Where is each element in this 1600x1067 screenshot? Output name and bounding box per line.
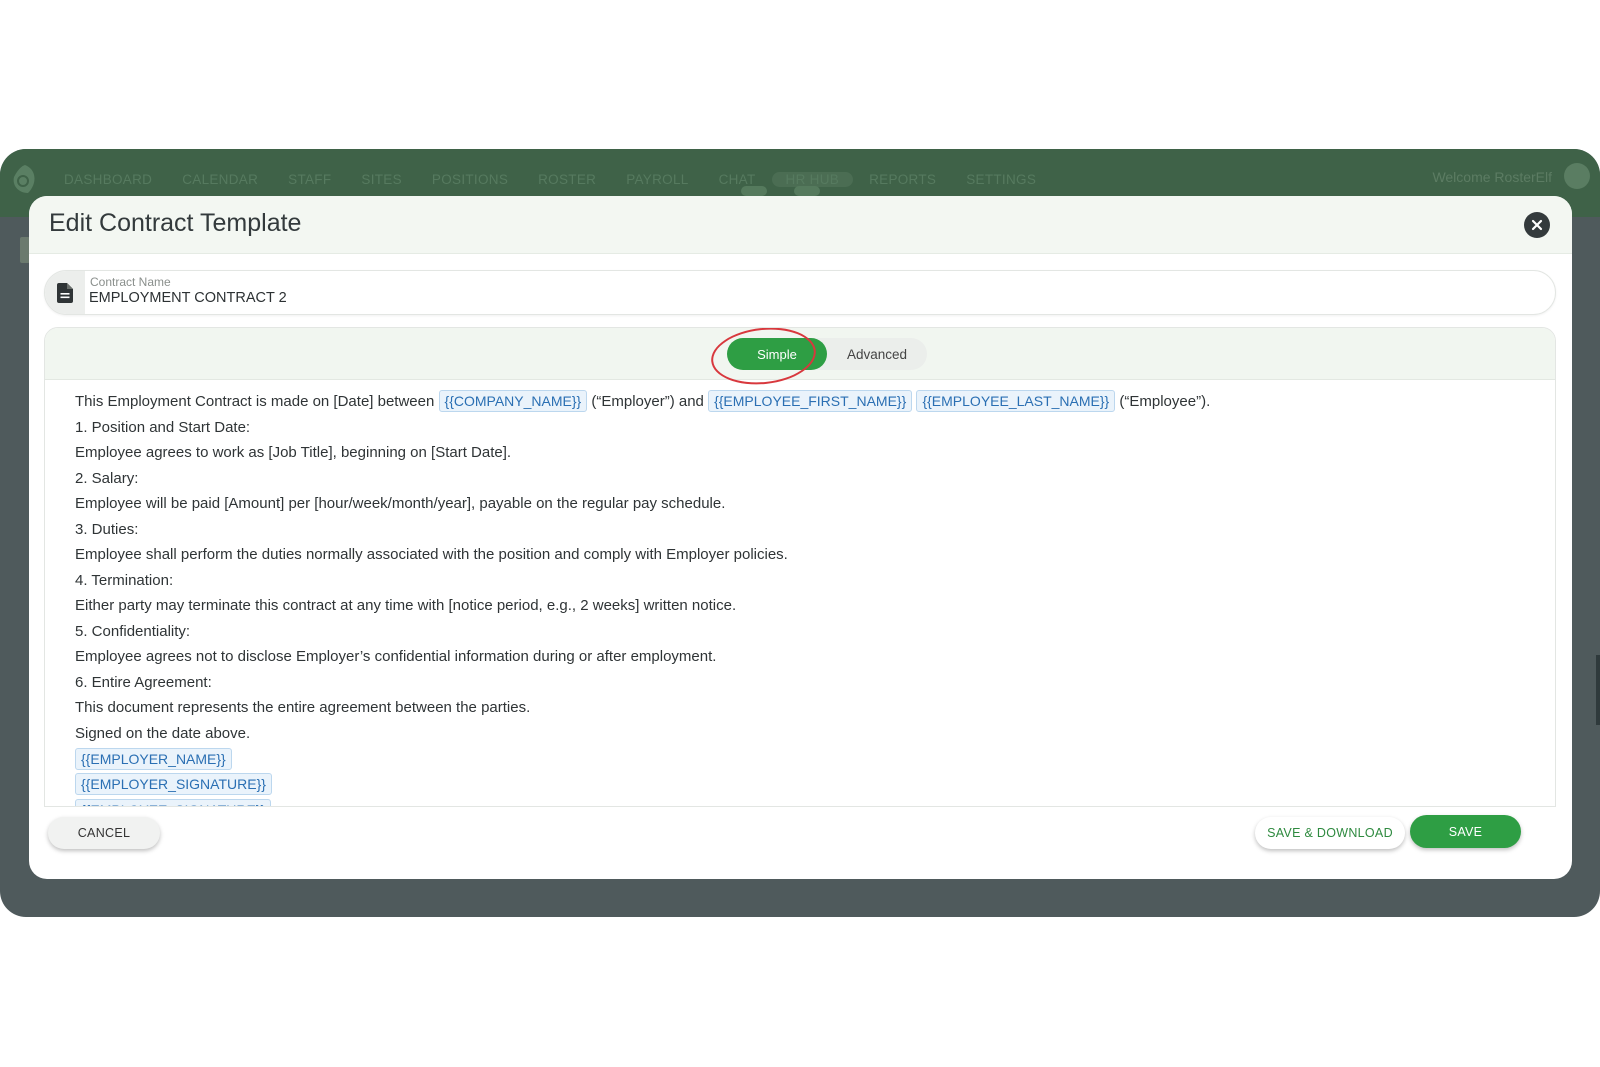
contract-line: This document represents the entire agre…: [75, 699, 531, 716]
contract-body-text[interactable]: This Employment Contract is made on [Dat…: [45, 381, 1555, 806]
name-icon-box: [45, 271, 85, 314]
nav-item-settings[interactable]: SETTINGS: [966, 172, 1036, 187]
contract-line: 1. Position and Start Date:: [75, 418, 251, 436]
intro-text-1: This Employment Contract is made on [Dat…: [75, 393, 439, 410]
nav-item-chat[interactable]: CHAT: [718, 172, 767, 196]
nav-item-hr-hub[interactable]: HR HUB: [771, 172, 854, 196]
contract-line: Employee shall perform the duties normal…: [75, 546, 788, 563]
editor-toolbar: Simple Advanced: [45, 328, 1555, 390]
intro-line: This Employment Contract is made on [Dat…: [75, 389, 1525, 415]
nav-item-calendar[interactable]: CALENDAR: [182, 172, 258, 187]
company-name-tag[interactable]: {{COMPANY_NAME}}: [438, 390, 588, 412]
contract-line: 3. Duties:: [75, 520, 139, 538]
modal-header: Edit Contract Template: [29, 196, 1572, 254]
signature-tag-line: {{EMPLOYEE_SIGNATURE}}: [75, 797, 1525, 806]
chat-badge: [740, 186, 767, 196]
nav-item-staff[interactable]: STAFF: [288, 172, 331, 187]
mode-simple-button[interactable]: Simple: [727, 338, 827, 370]
signature-tag-line: {{EMPLOYER_NAME}}: [75, 746, 1525, 772]
nav-item-dashboard[interactable]: DASHBOARD: [64, 172, 152, 187]
close-circle-icon: [1531, 219, 1543, 231]
mode-advanced-button[interactable]: Advanced: [827, 338, 927, 370]
contract-name-input[interactable]: EMPLOYMENT CONTRACT 2: [89, 290, 287, 306]
nav-menu: DASHBOARD CALENDAR STAFF SITES POSITIONS…: [64, 172, 1066, 196]
modal-title: Edit Contract Template: [49, 209, 302, 237]
nav-item-chat-label: CHAT: [718, 172, 756, 187]
intro-text-2: (“Employer”) and: [587, 393, 709, 410]
nav-item-positions[interactable]: POSITIONS: [432, 172, 508, 187]
scrollbar-thumb[interactable]: [1596, 655, 1600, 725]
welcome-text: Welcome RosterElf: [1432, 169, 1552, 185]
contract-line: Employee agrees to work as [Job Title], …: [75, 444, 512, 461]
employee-first-name-tag[interactable]: {{EMPLOYEE_FIRST_NAME}}: [708, 390, 913, 412]
employer-signature-tag[interactable]: {{EMPLOYER_SIGNATURE}}: [75, 773, 272, 796]
nav-item-reports[interactable]: REPORTS: [869, 172, 936, 187]
document-icon: [57, 282, 73, 303]
edit-contract-modal: Edit Contract Template Contract Name EMP…: [29, 196, 1572, 879]
intro-text-3: (“Employee”).: [1115, 393, 1211, 410]
employee-last-name-tag[interactable]: {{EMPLOYEE_LAST_NAME}}: [916, 390, 1116, 412]
nav-item-roster[interactable]: ROSTER: [538, 172, 596, 187]
contract-line: 6. Entire Agreement:: [75, 673, 212, 691]
employer-name-tag[interactable]: {{EMPLOYER_NAME}}: [75, 747, 232, 770]
contract-line: Signed on the date above.: [75, 724, 251, 742]
contract-name-field[interactable]: Contract Name EMPLOYMENT CONTRACT 2: [44, 270, 1556, 315]
hr-hub-badge: [793, 186, 820, 196]
contract-line: 4. Termination:: [75, 571, 174, 589]
mode-toggle: Simple Advanced: [727, 338, 927, 370]
avatar[interactable]: [1564, 163, 1590, 189]
employee-signature-tag[interactable]: {{EMPLOYEE_SIGNATURE}}: [75, 798, 272, 806]
nav-item-sites[interactable]: SITES: [361, 172, 402, 187]
contract-line: 2. Salary:: [75, 469, 139, 487]
contract-name-label: Contract Name: [90, 275, 171, 289]
nav-item-payroll[interactable]: PAYROLL: [626, 172, 688, 187]
contract-line: Employee agrees not to disclose Employer…: [75, 648, 717, 665]
cancel-button[interactable]: CANCEL: [48, 817, 160, 849]
contract-editor: Simple Advanced This Employment Contract…: [44, 327, 1556, 807]
close-button[interactable]: [1524, 212, 1550, 238]
save-and-download-button[interactable]: SAVE & DOWNLOAD: [1255, 817, 1405, 849]
nav-item-hr-hub-label: HR HUB: [785, 172, 840, 187]
save-button[interactable]: SAVE: [1410, 815, 1521, 848]
signature-tag-line: {{EMPLOYER_SIGNATURE}}: [75, 772, 1525, 798]
contract-line: 5. Confidentiality:: [75, 622, 191, 640]
contract-line: Employee will be paid [Amount] per [hour…: [75, 495, 726, 512]
contract-line: Either party may terminate this contract…: [75, 597, 737, 614]
app-logo-icon: [13, 165, 35, 193]
